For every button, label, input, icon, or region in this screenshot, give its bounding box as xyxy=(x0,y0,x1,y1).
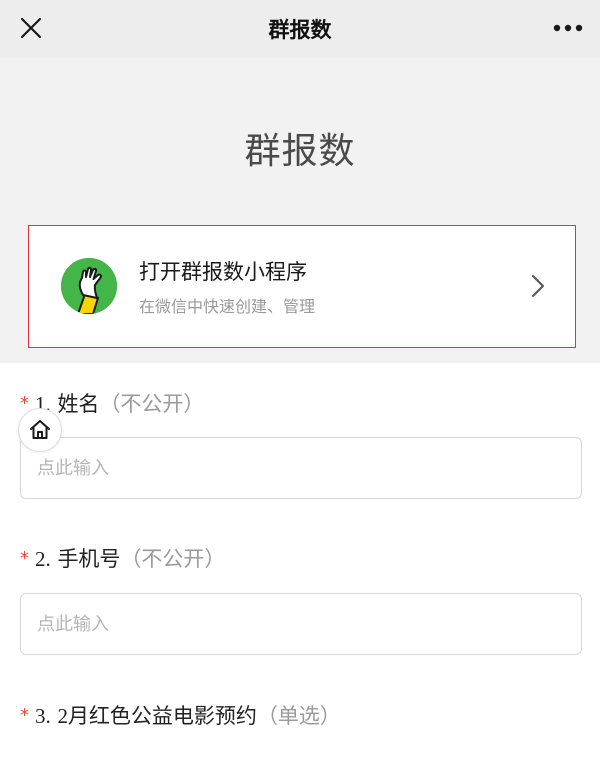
question-label: 姓名 xyxy=(57,392,100,416)
question-label: 2月红色公益电影预约 xyxy=(57,704,257,728)
chevron-right-icon xyxy=(529,273,547,299)
question-hint: （单选） xyxy=(256,704,341,728)
question-3-title: * 3. 2月红色公益电影预约（单选） xyxy=(20,700,341,730)
question-hint: （不公开） xyxy=(120,547,226,571)
question-hint: （不公开） xyxy=(99,392,205,416)
home-icon[interactable] xyxy=(18,408,62,452)
question-label: 手机号 xyxy=(57,547,121,571)
question-number: 2. xyxy=(35,547,51,571)
required-mark: * xyxy=(20,548,29,569)
close-icon[interactable] xyxy=(16,13,46,43)
required-mark: * xyxy=(20,705,29,726)
miniprogram-name: 打开群报数小程序 xyxy=(139,260,307,284)
open-miniprogram-card[interactable]: 打开群报数小程序 在微信中快速创建、管理 xyxy=(28,225,576,348)
question-2-title: * 2. 手机号（不公开） xyxy=(20,543,225,573)
raised-hand-icon xyxy=(61,258,117,314)
more-dots-icon[interactable] xyxy=(550,13,586,43)
name-input[interactable] xyxy=(20,437,582,499)
question-number: 3. xyxy=(35,704,51,728)
nav-title: 群报数 xyxy=(268,18,332,42)
phone-input[interactable] xyxy=(20,593,582,655)
miniprogram-description: 在微信中快速创建、管理 xyxy=(139,297,316,316)
page-title: 群报数 xyxy=(244,131,356,172)
nav-bar: 群报数 xyxy=(0,0,600,58)
